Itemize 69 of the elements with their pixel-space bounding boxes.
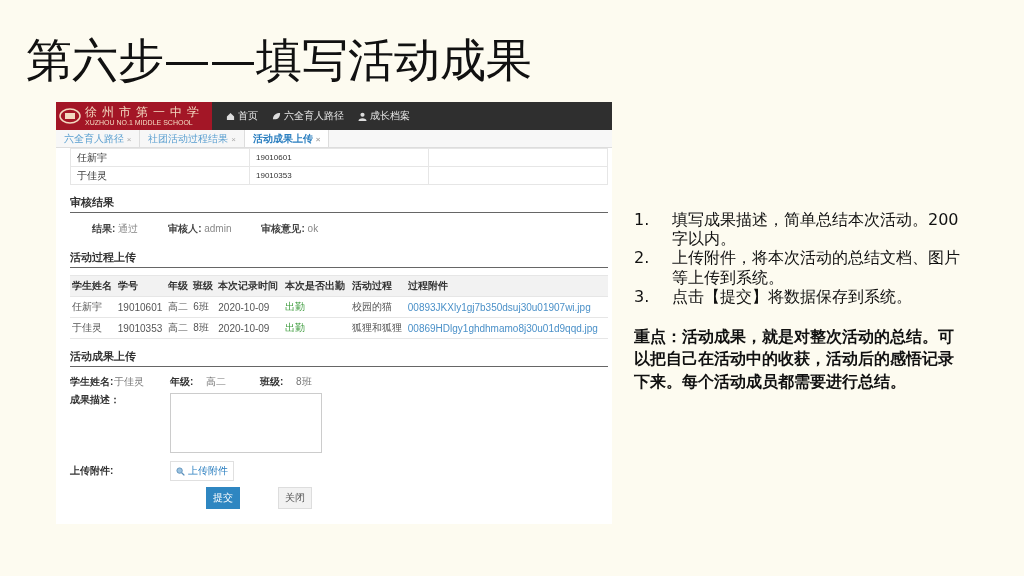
close-icon[interactable]: × xyxy=(126,135,132,144)
column-header: 本次记录时间 xyxy=(216,275,283,297)
user-icon xyxy=(358,111,367,121)
section-heading: 活动成果上传 xyxy=(70,349,608,367)
review-field: 结果: 通过 xyxy=(92,222,139,240)
school-name: 徐州市第一中学 xyxy=(85,106,204,118)
column-header: 学生姓名 xyxy=(70,275,116,297)
table-cell: 6班 xyxy=(191,296,217,318)
leaf-icon xyxy=(272,111,281,121)
step-number: 3. xyxy=(634,286,651,306)
step-text: 点击【提交】将数据保存到系统。 xyxy=(672,286,913,306)
field-value: 于佳灵 xyxy=(114,375,145,389)
column-header: 本次是否出勤 xyxy=(282,275,350,297)
tab[interactable]: 活动成果上传 × xyxy=(244,130,330,147)
home-icon xyxy=(226,111,235,121)
step-number: 1. xyxy=(634,210,651,231)
search-icon xyxy=(176,466,185,476)
field-label: 班级: xyxy=(260,375,285,389)
review-field: 审核人: admin xyxy=(168,222,232,240)
table-cell: 于佳灵 xyxy=(70,317,116,339)
table-cell: 2020-10-09 xyxy=(216,317,283,339)
table-cell: 于佳灵 xyxy=(70,166,250,185)
section-heading: 活动过程上传 xyxy=(70,250,608,268)
column-header: 学号 xyxy=(115,275,167,297)
field-value: 高二 xyxy=(206,375,227,389)
file-link[interactable]: 00893JKXly1gj7b350dsuj30u01907wi.jpg xyxy=(405,296,608,318)
column-header: 班级 xyxy=(191,275,217,297)
close-button[interactable]: 关闭 xyxy=(278,487,312,509)
submit-button[interactable]: 提交 xyxy=(206,487,240,509)
table-cell: 8班 xyxy=(191,317,217,339)
nav-link[interactable]: 首页 xyxy=(226,109,258,123)
step-number: 2. xyxy=(634,248,651,270)
key-point-text: 重点：活动成果，就是对整次活动的总结。可以把自己在活动中的收获，活动后的感悟记录下来。每个活动成员都需要进行总结。 xyxy=(634,325,955,393)
table-cell: 校园的猫 xyxy=(349,296,406,318)
description-field[interactable] xyxy=(170,393,322,453)
review-field: 审核意见: ok xyxy=(261,222,319,240)
field-label: 学生姓名: xyxy=(70,375,114,389)
slide-title: 第六步——填写活动成果 xyxy=(25,32,533,89)
nav-link[interactable]: 成长档案 xyxy=(358,109,410,123)
field-label: 年级: xyxy=(170,375,195,389)
table-cell: 19010601 xyxy=(249,148,429,167)
column-header: 过程附件 xyxy=(405,275,608,297)
close-icon[interactable]: × xyxy=(315,135,321,144)
table-cell: 19010353 xyxy=(249,166,429,185)
field-value: 8班 xyxy=(296,375,313,389)
section-heading: 审核结果 xyxy=(70,195,608,213)
tab[interactable]: 六全育人路径 × xyxy=(56,130,141,147)
tab[interactable]: 社团活动过程结果 × xyxy=(140,130,245,147)
table-cell: 出勤 xyxy=(282,317,350,339)
upload-button[interactable]: 上传附件 xyxy=(170,461,234,481)
table-cell: 高二 xyxy=(166,296,192,318)
close-icon[interactable]: × xyxy=(231,135,236,144)
nav-link[interactable]: 六全育人路径 xyxy=(272,109,344,123)
column-header: 年级 xyxy=(166,275,192,297)
table-cell: 2020-10-09 xyxy=(216,296,283,318)
step-text: 上传附件，将本次活动的总结文档、图片等上传到系统。 xyxy=(672,248,961,287)
column-header: 活动过程 xyxy=(349,275,406,297)
field-label: 成果描述： xyxy=(70,393,121,407)
table-cell: 任新宇 xyxy=(70,296,116,318)
table-cell: 19010601 xyxy=(115,296,167,318)
field-label: 上传附件: xyxy=(70,464,115,478)
table-cell: 出勤 xyxy=(282,296,350,318)
table-cell: 狐狸和狐狸 xyxy=(349,317,406,339)
table-cell: 任新宇 xyxy=(70,148,250,167)
table-cell: 高二 xyxy=(166,317,192,339)
file-link[interactable]: 00869HDlgy1ghdhmamo8j30u01d9qqd.jpg xyxy=(405,317,608,339)
emblem-icon xyxy=(59,108,81,124)
step-text: 填写成果描述，简单总结本次活动。200字以内。 xyxy=(672,210,960,249)
table-cell: 19010353 xyxy=(115,317,167,339)
